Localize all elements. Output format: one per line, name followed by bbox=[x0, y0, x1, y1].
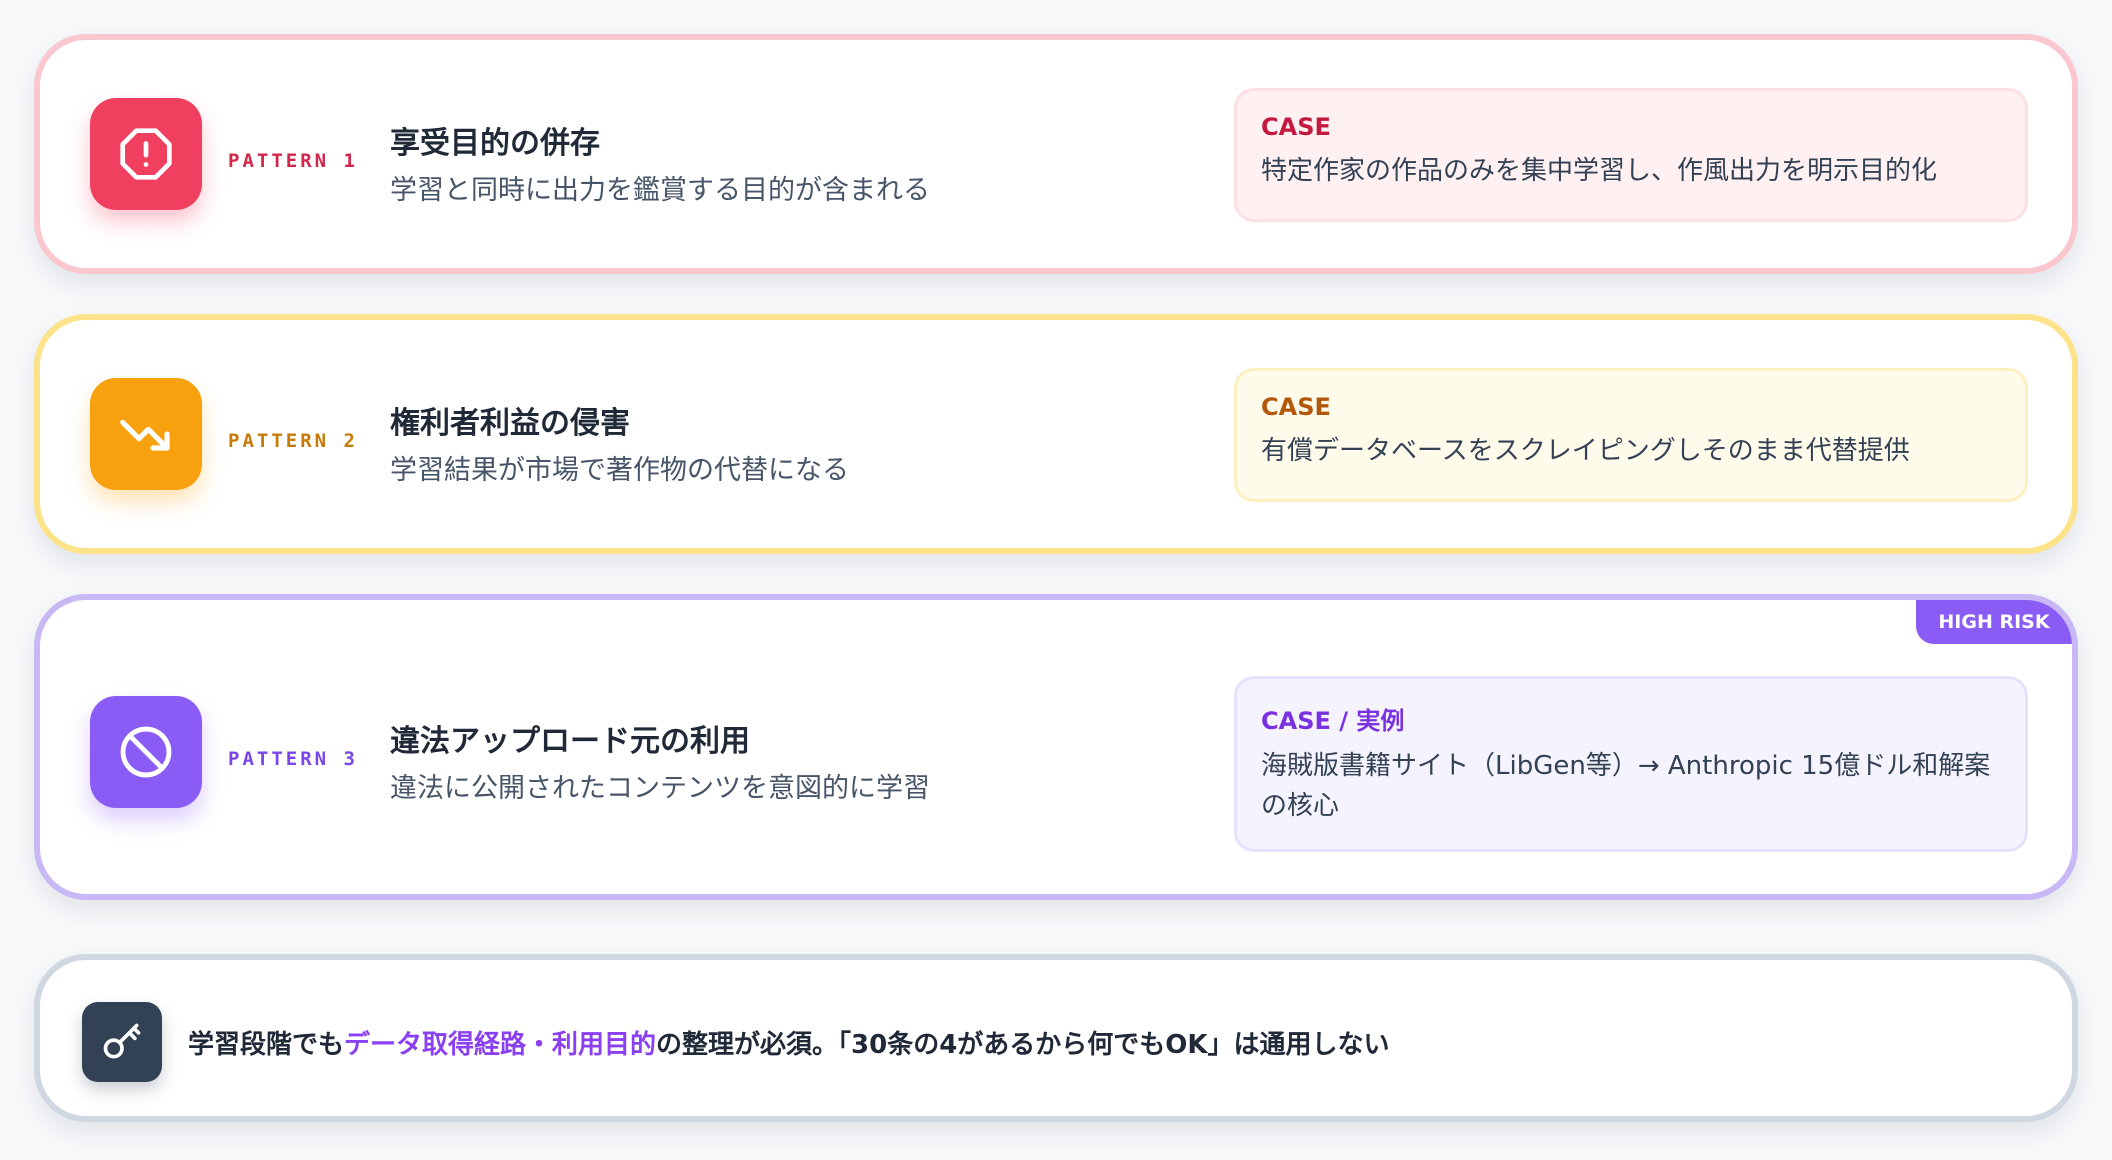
pattern-title: 享受目的の併存 bbox=[390, 126, 600, 161]
pattern-title: 権利者利益の侵害 bbox=[390, 406, 630, 441]
case-label: CASE bbox=[1261, 113, 1331, 141]
pattern-label: PATTERN 2 bbox=[228, 430, 358, 452]
trending-down-icon bbox=[90, 378, 202, 490]
key-icon bbox=[82, 1002, 162, 1082]
pattern-card-2: PATTERN 2 権利者利益の侵害 学習結果が市場で著作物の代替になる CAS… bbox=[34, 314, 2078, 554]
high-risk-badge: HIGH RISK bbox=[1916, 600, 2072, 644]
pattern-label: PATTERN 3 bbox=[228, 748, 358, 770]
case-box: CASE 特定作家の作品のみを集中学習し、作風出力を明示目的化 bbox=[1234, 88, 2028, 222]
pattern-title: 違法アップロード元の利用 bbox=[390, 724, 750, 759]
note-suffix: の整理が必須。「30条の4があるから何でもOK」は通用しない bbox=[656, 1030, 1390, 1060]
pattern-card-1: PATTERN 1 享受目的の併存 学習と同時に出力を鑑賞する目的が含まれる C… bbox=[34, 34, 2078, 274]
key-note-card: 学習段階でもデータ取得経路・利用目的の整理が必須。「30条の4があるから何でもO… bbox=[34, 954, 2078, 1122]
case-label: CASE / 実例 bbox=[1261, 707, 1405, 735]
pattern-description: 違法に公開されたコンテンツを意図的に学習 bbox=[390, 773, 930, 804]
key-note-text: 学習段階でもデータ取得経路・利用目的の整理が必須。「30条の4があるから何でもO… bbox=[188, 1024, 1390, 1061]
ban-icon bbox=[90, 696, 202, 808]
pattern-description: 学習と同時に出力を鑑賞する目的が含まれる bbox=[390, 175, 930, 206]
case-text: 海賊版書籍サイト（LibGen等）→ Anthropic 15億ドル和解案の核心 bbox=[1261, 751, 1991, 821]
pattern-card-3: HIGH RISK PATTERN 3 違法アップロード元の利用 違法に公開され… bbox=[34, 594, 2078, 900]
case-text: 特定作家の作品のみを集中学習し、作風出力を明示目的化 bbox=[1261, 156, 1938, 186]
pattern-description: 学習結果が市場で著作物の代替になる bbox=[390, 455, 849, 486]
case-text: 有償データベースをスクレイピングしそのまま代替提供 bbox=[1261, 436, 1910, 466]
case-label: CASE bbox=[1261, 393, 1331, 421]
alert-octagon-icon bbox=[90, 98, 202, 210]
note-highlight: データ取得経路・利用目的 bbox=[344, 1030, 657, 1060]
case-box: CASE 有償データベースをスクレイピングしそのまま代替提供 bbox=[1234, 368, 2028, 502]
case-box: CASE / 実例 海賊版書籍サイト（LibGen等）→ Anthropic 1… bbox=[1234, 676, 2028, 852]
pattern-label: PATTERN 1 bbox=[228, 150, 358, 172]
note-prefix: 学習段階でも bbox=[188, 1030, 345, 1060]
